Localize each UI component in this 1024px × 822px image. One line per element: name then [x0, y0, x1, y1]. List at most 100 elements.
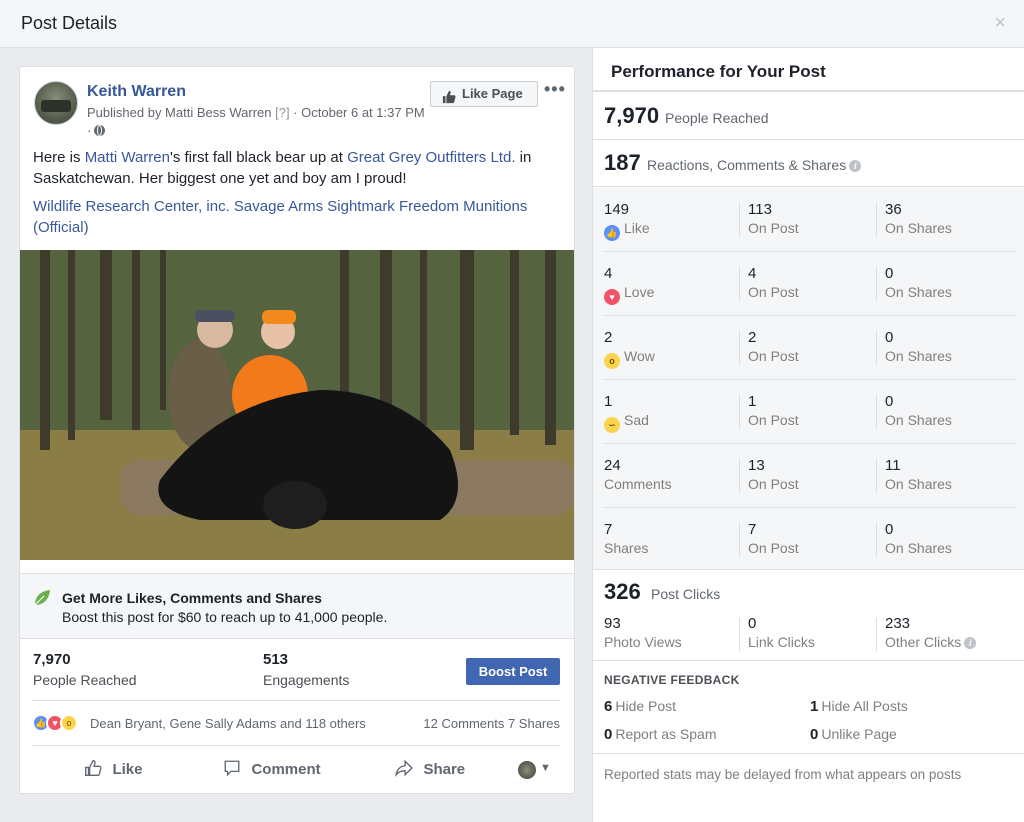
people-reached-number: 7,970 — [33, 651, 71, 668]
spam-label: Report as Spam — [615, 726, 717, 742]
cell-divider — [876, 394, 877, 428]
comment-button[interactable]: Comment — [223, 759, 321, 779]
published-by: Published by Matti Bess Warren — [87, 105, 272, 120]
comment-icon — [223, 760, 245, 778]
close-icon[interactable]: × — [994, 12, 1006, 35]
on-post-label: On Post — [748, 476, 799, 492]
leaf-icon — [34, 590, 50, 606]
like-label: 👍 Like — [604, 220, 650, 241]
avatar[interactable] — [34, 81, 78, 125]
reaction-icons[interactable]: 👍 ♥ o — [32, 714, 88, 732]
share-icon — [395, 759, 417, 778]
hide-all-label: Hide All Posts — [821, 698, 908, 714]
tagged-pages-link[interactable]: Wildlife Research Center, inc. Savage Ar… — [33, 198, 527, 236]
wow-reaction-icon: o — [604, 353, 620, 369]
on-shares-label: On Shares — [885, 220, 952, 236]
on-shares-count: 36 — [885, 201, 902, 218]
people-reached-number: 7,970 — [604, 103, 660, 128]
love-label-text: Love — [624, 284, 655, 300]
engagements-stat: 513 Engagements — [263, 651, 349, 688]
photo-views-count: 93 — [604, 615, 621, 632]
like-total: 149 👍 Like — [604, 201, 650, 241]
sad-on-post: 1 On Post — [748, 393, 799, 428]
engagements-number: 513 — [263, 651, 289, 668]
on-shares-count: 0 — [885, 329, 894, 346]
stats-footnote: Reported stats may be delayed from what … — [593, 753, 1024, 822]
like-on-post: 113 On Post — [748, 201, 799, 236]
on-post-count: 1 — [748, 393, 757, 410]
reactions-summary: 👍 ♥ o Dean Bryant, Gene Sally Adams and … — [32, 713, 560, 733]
cell-divider — [739, 618, 740, 652]
post-clicks-section: 326 Post Clicks 93 Photo Views 0 Link Cl… — [593, 569, 1024, 661]
wow-total: 2 o Wow — [604, 329, 655, 369]
link-clicks-count: 0 — [748, 615, 757, 632]
info-icon[interactable]: i — [849, 160, 862, 172]
negative-feedback-title: NEGATIVE FEEDBACK — [604, 673, 740, 687]
comments-on-shares: 11 On Shares — [885, 457, 952, 492]
comments-on-post: 13 On Post — [748, 457, 799, 492]
globe-icon — [94, 125, 106, 136]
more-options-icon[interactable]: ••• — [544, 79, 566, 100]
thumbs-up-icon — [442, 87, 456, 111]
post-clicks-label: Post Clicks — [651, 586, 721, 602]
shares-total: 7 Shares — [604, 521, 648, 556]
shares-count: 7 — [604, 521, 613, 538]
info-icon[interactable]: i — [964, 637, 977, 649]
breakdown-row-shares: 7 Shares 7 On Post 0 On Shares — [593, 508, 1024, 572]
like-page-button[interactable]: Like Page — [430, 81, 538, 107]
author-name[interactable]: Keith Warren — [87, 83, 186, 101]
like-reaction-icon: 👍 — [604, 225, 620, 241]
link-clicks-cell: 0 Link Clicks — [748, 615, 815, 650]
people-reached-label: People Reached — [665, 110, 769, 126]
help-marker[interactable]: [?] — [275, 105, 289, 120]
rcs-number: 187 — [604, 150, 641, 175]
cell-divider — [739, 266, 740, 300]
on-shares-label: On Shares — [885, 540, 952, 556]
tagged-pages: Wildlife Research Center, inc. Savage Ar… — [33, 196, 568, 238]
dialog-header: Post Details × — [0, 0, 1024, 48]
share-button[interactable]: Share — [395, 759, 465, 779]
wow-count: 2 — [604, 329, 613, 346]
shares-label: Shares — [604, 540, 649, 556]
footnote-text: Reported stats may be delayed from what … — [604, 767, 962, 782]
on-post-label: On Post — [748, 412, 799, 428]
sad-reaction-icon: ∽ — [604, 417, 620, 433]
like-label-text: Like — [624, 220, 650, 236]
on-post-label: On Post — [748, 540, 799, 556]
people-reached-stat: 7,970 People Reached — [33, 651, 137, 688]
comment-share-counts[interactable]: 12 Comments 7 Shares — [423, 716, 560, 731]
post-clicks-number: 326 — [604, 579, 641, 604]
love-label: ♥ Love — [604, 284, 654, 305]
comments-total: 24 Comments — [604, 457, 672, 492]
hide-all-posts-stat: 1 Hide All Posts — [810, 698, 908, 715]
on-post-count: 113 — [748, 201, 772, 218]
other-clicks-label: Other Clicks i — [885, 634, 977, 650]
on-post-count: 2 — [748, 329, 757, 346]
on-shares-count: 0 — [885, 393, 894, 410]
post-photo[interactable] — [20, 250, 574, 560]
on-shares-count: 11 — [885, 457, 901, 474]
rcs-label: Reactions, Comments & Shares i — [647, 157, 862, 173]
boost-post-button[interactable]: Boost Post — [466, 658, 560, 685]
shares-on-shares: 0 On Shares — [885, 521, 952, 556]
reactors-names[interactable]: Dean Bryant, Gene Sally Adams and 118 ot… — [90, 716, 366, 731]
cell-divider — [876, 618, 877, 652]
divider — [32, 700, 560, 701]
mention-link[interactable]: Great Grey Outfitters Ltd. — [347, 149, 515, 166]
report-spam-stat: 0 Report as Spam — [604, 726, 717, 743]
reactions-comments-shares-row: 187 Reactions, Comments & Shares i — [593, 140, 1024, 187]
cell-divider — [876, 458, 877, 492]
like-count: 149 — [604, 201, 630, 218]
performance-title: Performance for Your Post — [611, 62, 826, 81]
like-button-label: Like — [112, 761, 143, 778]
breakdown-row-like: 149 👍 Like 113 On Post 36 On Shares — [593, 188, 1024, 252]
mention-link[interactable]: Matti Warren — [85, 149, 170, 166]
post-card: Keith Warren Published by Matti Bess War… — [19, 66, 575, 794]
boost-description: Boost this post for $60 to reach up to 4… — [62, 609, 388, 625]
photo-illustration — [20, 250, 574, 560]
sad-total: 1 ∽ Sad — [604, 393, 649, 433]
profile-switcher[interactable]: ▼ — [518, 760, 552, 780]
other-clicks-label-text: Other Clicks — [885, 634, 962, 650]
cell-divider — [876, 330, 877, 364]
like-button[interactable]: Like — [84, 759, 142, 779]
